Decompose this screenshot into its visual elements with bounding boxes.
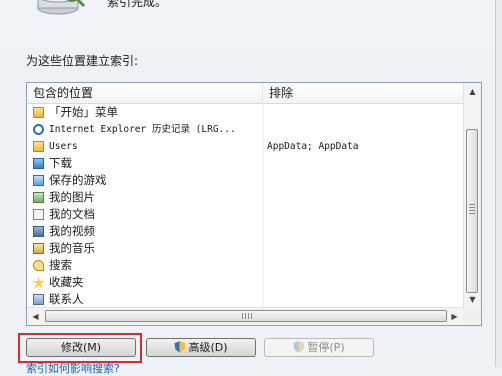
folder-icon: [33, 141, 44, 152]
vertical-scrollbar[interactable]: ▲ ▼: [463, 83, 481, 308]
download-folder-icon: [33, 158, 44, 169]
section-label: 为这些位置建立索引:: [26, 54, 139, 68]
list-item[interactable]: 收藏夹: [27, 274, 463, 291]
searches-folder-icon: [33, 260, 44, 271]
location-name: 我的音乐: [49, 241, 95, 255]
location-name: 收藏夹: [49, 275, 84, 289]
horizontal-scrollbar[interactable]: ◀ ▶: [27, 307, 463, 325]
videos-library-icon: [33, 226, 44, 237]
window-right-edge: [495, 0, 502, 367]
uac-shield-icon: [293, 341, 305, 353]
favorites-folder-icon: [33, 277, 44, 288]
list-item[interactable]: 搜索: [27, 257, 463, 274]
horizontal-scroll-thumb[interactable]: [45, 310, 447, 322]
location-name: 下载: [49, 156, 72, 170]
list-item[interactable]: Internet Explorer 历史记录 (LRG...: [27, 121, 463, 138]
pictures-library-icon: [33, 192, 44, 203]
location-name: 保存的游戏: [49, 173, 107, 187]
column-header-included-locations[interactable]: 包含的位置: [27, 83, 263, 103]
list-item[interactable]: 我的文档: [27, 206, 463, 223]
scroll-grip-icon: [469, 204, 475, 214]
contacts-folder-icon: [33, 294, 44, 305]
scroll-left-arrow-icon[interactable]: ◀: [27, 308, 44, 325]
exclude-value: AppData; AppData: [267, 141, 359, 152]
modify-button[interactable]: 修改(M): [26, 338, 136, 357]
location-name: Internet Explorer 历史记录 (LRG...: [49, 124, 236, 135]
scroll-down-arrow-icon[interactable]: ▼: [464, 291, 481, 308]
location-name: 我的文档: [49, 207, 95, 221]
indexed-locations-list[interactable]: 包含的位置 排除 「开始」菜单 Internet Explorer 历史记录 (…: [26, 82, 482, 326]
location-name: Users: [49, 141, 78, 152]
pause-button[interactable]: 暂停(P): [264, 338, 374, 357]
internet-explorer-icon: [33, 124, 44, 135]
hard-drive-search-icon: [37, 0, 86, 15]
location-name: 联系人: [49, 292, 84, 306]
scroll-up-arrow-icon[interactable]: ▲: [464, 83, 481, 100]
location-name: 「开始」菜单: [49, 105, 118, 119]
saved-games-icon: [33, 175, 44, 186]
help-link[interactable]: 索引如何影响搜索?: [26, 360, 120, 376]
uac-shield-icon: [174, 341, 186, 353]
list-item[interactable]: Users AppData; AppData: [27, 138, 463, 155]
list-item[interactable]: 「开始」菜单: [27, 104, 463, 121]
location-name: 我的图片: [49, 190, 95, 204]
column-header-exclude[interactable]: 排除: [263, 83, 465, 103]
location-name: 我的视频: [49, 224, 95, 238]
folder-icon: [33, 107, 44, 118]
scroll-right-arrow-icon[interactable]: ▶: [446, 308, 463, 325]
index-status-text: 索引完成。: [107, 0, 168, 9]
list-item[interactable]: 联系人: [27, 291, 463, 308]
list-item[interactable]: 我的音乐: [27, 240, 463, 257]
list-header: 包含的位置 排除: [27, 83, 463, 104]
scrollbar-corner: [463, 308, 481, 325]
pause-button-label: 暂停(P): [307, 341, 345, 354]
advanced-button-label: 高级(D): [188, 341, 228, 354]
list-item[interactable]: 保存的游戏: [27, 172, 463, 189]
index-status-area: 索引完成。: [0, 0, 502, 48]
location-name: 搜索: [49, 258, 72, 272]
list-item[interactable]: 我的视频: [27, 223, 463, 240]
documents-library-icon: [33, 209, 44, 220]
music-library-icon: [33, 243, 44, 254]
list-item[interactable]: 下载: [27, 155, 463, 172]
advanced-button[interactable]: 高级(D): [146, 338, 256, 357]
list-rows: 「开始」菜单 Internet Explorer 历史记录 (LRG... Us…: [27, 104, 463, 308]
scroll-grip-icon: [242, 313, 252, 319]
list-item[interactable]: 我的图片: [27, 189, 463, 206]
vertical-scroll-thumb[interactable]: [466, 129, 478, 293]
